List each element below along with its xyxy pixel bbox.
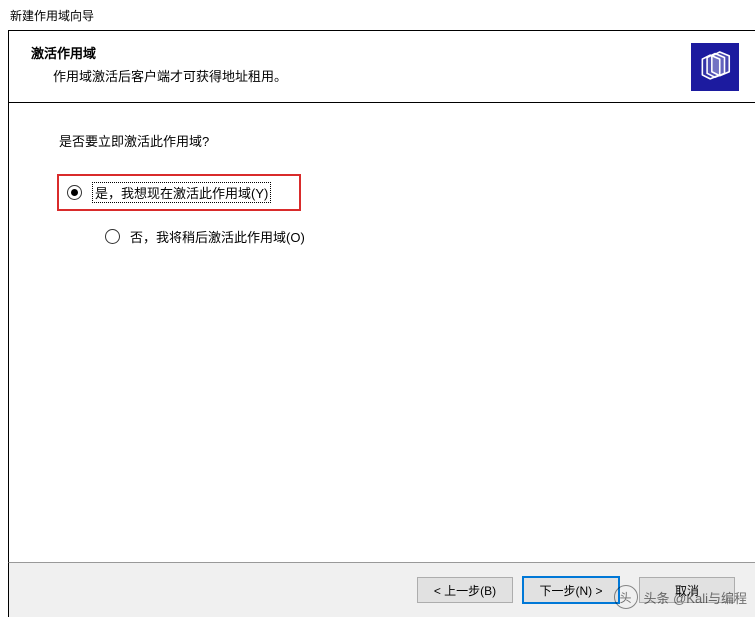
radio-activate-later-label: 否，我将稍后激活此作用域(O) <box>130 227 305 246</box>
next-button-label: 下一步(N) > <box>539 582 602 599</box>
activate-question-label: 是否要立即激活此作用域? <box>59 131 755 150</box>
scope-files-icon <box>691 43 739 91</box>
wizard-header-subtitle: 作用域激活后客户端才可获得地址租用。 <box>53 66 755 85</box>
window-titlebar: 新建作用域向导 <box>0 0 755 30</box>
wizard-body: 是否要立即激活此作用域? 是，我想现在激活此作用域(Y) 否，我将稍后激活此作用… <box>8 102 755 562</box>
wizard-header: 激活作用域 作用域激活后客户端才可获得地址租用。 <box>8 30 755 102</box>
next-button[interactable]: 下一步(N) > <box>523 577 619 603</box>
wizard-header-title: 激活作用域 <box>31 43 755 62</box>
cancel-button-label: 取消 <box>675 582 699 599</box>
window-title: 新建作用域向导 <box>10 7 94 24</box>
back-button-label: < 上一步(B) <box>434 582 496 599</box>
radio-row-activate-later[interactable]: 否，我将稍后激活此作用域(O) <box>97 225 755 248</box>
radio-activate-now[interactable] <box>67 185 82 200</box>
wizard-footer: < 上一步(B) 下一步(N) > 取消 <box>8 562 755 617</box>
radio-activate-now-label: 是，我想现在激活此作用域(Y) <box>92 182 271 203</box>
radio-row-activate-now[interactable]: 是，我想现在激活此作用域(Y) <box>57 174 301 211</box>
wizard-window: 新建作用域向导 激活作用域 作用域激活后客户端才可获得地址租用。 是否要立即激活… <box>0 0 755 617</box>
back-button[interactable]: < 上一步(B) <box>417 577 513 603</box>
radio-activate-later[interactable] <box>105 229 120 244</box>
cancel-button[interactable]: 取消 <box>639 577 735 603</box>
